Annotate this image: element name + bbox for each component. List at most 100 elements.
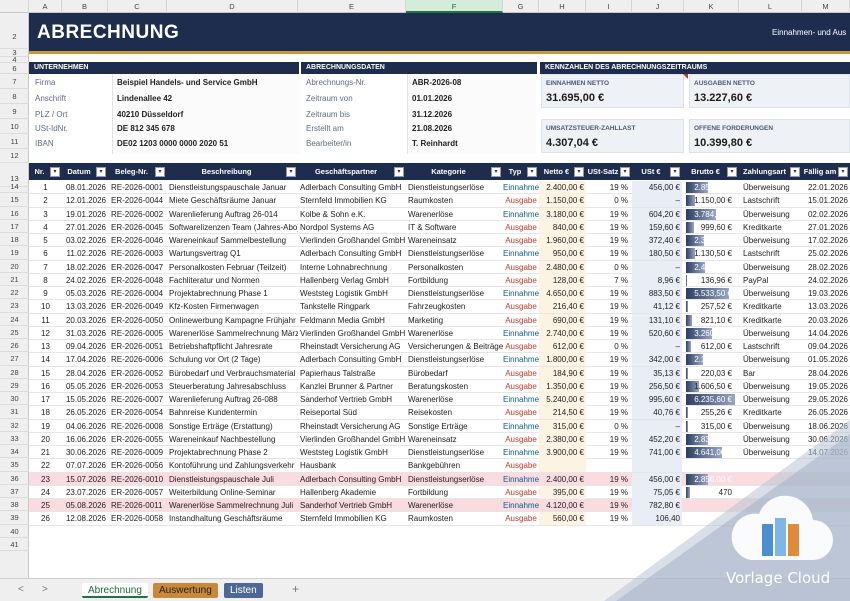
cell-netto[interactable]: 1.350,00 € bbox=[539, 380, 586, 393]
cell-zahlung[interactable]: Überweisung bbox=[739, 327, 802, 340]
row-header[interactable]: 8 bbox=[0, 89, 29, 104]
cell-kategorie[interactable]: Versicherungen & Beiträge bbox=[406, 340, 503, 353]
cell-satz[interactable]: 0 % bbox=[586, 340, 632, 353]
cell-satz[interactable]: 19 % bbox=[586, 181, 632, 194]
row-header[interactable]: 29 bbox=[0, 379, 29, 392]
cell-netto[interactable]: 5.240,00 € bbox=[539, 393, 586, 406]
cell-ust[interactable]: 180,50 € bbox=[632, 247, 682, 260]
row-header[interactable]: 32 bbox=[0, 419, 29, 432]
row-header[interactable]: 30 bbox=[0, 392, 29, 406]
cell-datum[interactable]: 26.05.2026 bbox=[62, 406, 108, 419]
table-row[interactable]: 2 12.01.2026 ER-2026-0044 Miete Geschäftsrä… bbox=[29, 194, 850, 208]
cell-datum[interactable]: 05.03.2026 bbox=[62, 287, 108, 300]
row-header[interactable]: 2 bbox=[0, 25, 29, 49]
cell-netto[interactable] bbox=[539, 459, 586, 472]
cell-typ[interactable]: Einnahme bbox=[503, 247, 539, 260]
cell-faellig[interactable]: 22.01.2026 bbox=[802, 181, 850, 194]
cell-beschreibung[interactable]: Bürobedarf und Verbrauchsmaterial bbox=[167, 367, 298, 380]
cell-beschreibung[interactable]: Wareneinkauf Nachbestellung bbox=[167, 433, 298, 446]
cell-typ[interactable]: Einnahme bbox=[503, 420, 539, 433]
cell-nr[interactable]: 8 bbox=[29, 274, 62, 287]
cell-beschreibung[interactable]: Bahnreise Kundentermin bbox=[167, 406, 298, 419]
table-row[interactable]: 3 19.01.2026 RE-2026-0002 Warenlieferung Au… bbox=[29, 207, 850, 221]
cell-faellig[interactable]: 25.02.2026 bbox=[802, 247, 850, 260]
cell-beleg[interactable]: RE-2026-0005 bbox=[108, 327, 167, 340]
cell-zahlung[interactable]: Lastschrift bbox=[739, 194, 802, 207]
cell-partner[interactable]: Adlerbach Consulting GmbH bbox=[298, 181, 406, 194]
cell-beleg[interactable]: RE-2026-0003 bbox=[108, 247, 167, 260]
cell-beschreibung[interactable]: Kontoführung und Zahlungsverkehr bbox=[167, 459, 298, 472]
row-header[interactable]: 15 bbox=[0, 193, 29, 207]
cell-beleg[interactable]: ER-2026-0045 bbox=[108, 221, 167, 234]
cell-faellig[interactable]: 24.02.2026 bbox=[802, 274, 850, 287]
cell-datum[interactable]: 03.02.2026 bbox=[62, 234, 108, 247]
cell-brutto[interactable]: 1.606,50 € bbox=[684, 380, 735, 393]
cell-kategorie[interactable]: Bürobedarf bbox=[406, 367, 503, 380]
add-sheet-icon[interactable]: + bbox=[292, 582, 299, 596]
cell-beschreibung[interactable]: Dienstleistungspauschale Januar bbox=[167, 181, 298, 194]
cell-kategorie[interactable]: Warenerlöse bbox=[406, 208, 503, 221]
cell-typ[interactable]: Ausgabe bbox=[503, 261, 539, 274]
cell-faellig[interactable]: 02.02.2026 bbox=[802, 208, 850, 221]
row-header[interactable]: 14 bbox=[0, 180, 29, 194]
cell-typ[interactable]: Einnahme bbox=[503, 473, 539, 486]
cell-partner[interactable]: Sanderhof Vertrieb GmbH bbox=[298, 393, 406, 406]
cell-beleg[interactable]: ER-2026-0050 bbox=[108, 314, 167, 327]
cell-kategorie[interactable]: Dienstleistungserlöse bbox=[406, 247, 503, 260]
company-ust-value[interactable]: DE 812 345 678 bbox=[117, 124, 175, 133]
cell-partner[interactable]: Kolbe & Sohn e.K. bbox=[298, 208, 406, 221]
cell-netto[interactable]: 840,00 € bbox=[539, 221, 586, 234]
tab-abrechnung[interactable]: Abrechnung bbox=[82, 583, 148, 598]
cell-ust[interactable]: 256,50 € bbox=[632, 380, 682, 393]
cell-zahlung[interactable]: Überweisung bbox=[739, 261, 802, 274]
cell-zahlung[interactable]: Kreditkarte bbox=[739, 221, 802, 234]
cell-netto[interactable]: 690,00 € bbox=[539, 314, 586, 327]
cell-datum[interactable]: 28.04.2026 bbox=[62, 367, 108, 380]
cell-brutto[interactable]: 821,10 € bbox=[684, 314, 735, 327]
cell-beleg[interactable]: RE-2026-0011 bbox=[108, 499, 167, 512]
table-row[interactable]: 7 18.02.2026 ER-2026-0047 Personalkosten Fe… bbox=[29, 260, 850, 274]
cell-beschreibung[interactable]: Dienstleistungspauschale Juli bbox=[167, 473, 298, 486]
column-header[interactable]: I bbox=[586, 0, 632, 13]
cell-nr[interactable]: 19 bbox=[29, 420, 62, 433]
cell-datum[interactable]: 05.05.2026 bbox=[62, 380, 108, 393]
cell-beschreibung[interactable]: Wareneinkauf Sammelbestellung bbox=[167, 234, 298, 247]
cell-datum[interactable]: 31.03.2026 bbox=[62, 327, 108, 340]
cell-datum[interactable]: 05.08.2026 bbox=[62, 499, 108, 512]
cell-kategorie[interactable]: Fortbildung bbox=[406, 486, 503, 499]
cell-kategorie[interactable]: Raumkosten bbox=[406, 512, 503, 525]
cell-faellig[interactable]: 28.02.2026 bbox=[802, 261, 850, 274]
cell-netto[interactable]: 2.400,00 € bbox=[539, 181, 586, 194]
row-header[interactable]: 41 bbox=[0, 538, 29, 551]
cell-nr[interactable]: 25 bbox=[29, 499, 62, 512]
cell-brutto[interactable]: 612,00 € bbox=[684, 340, 735, 353]
row-header[interactable]: 22 bbox=[0, 286, 29, 300]
cell-netto[interactable]: 315,00 € bbox=[539, 420, 586, 433]
cell-partner[interactable]: Adlerbach Consulting GmbH bbox=[298, 473, 406, 486]
company-plz-value[interactable]: 40210 Düsseldorf bbox=[117, 110, 183, 119]
table-row[interactable]: 12 31.03.2026 RE-2026-0005 Warenerlöse Samm… bbox=[29, 326, 850, 340]
cell-typ[interactable]: Ausgabe bbox=[503, 367, 539, 380]
cell-netto[interactable]: 214,50 € bbox=[539, 406, 586, 419]
filter-dropdown-icon[interactable]: ▾ bbox=[491, 167, 501, 177]
cell-datum[interactable]: 27.01.2026 bbox=[62, 221, 108, 234]
cell-beschreibung[interactable]: Warenlieferung Auftrag 26-014 bbox=[167, 208, 298, 221]
row-header[interactable]: 21 bbox=[0, 273, 29, 286]
cell-beschreibung[interactable]: Steuerberatung Jahresabschluss bbox=[167, 380, 298, 393]
table-row[interactable]: 13 09.04.2026 ER-2026-0051 Betriebshaftpfli… bbox=[29, 340, 850, 354]
cell-beleg[interactable]: RE-2026-0002 bbox=[108, 208, 167, 221]
cell-zahlung[interactable]: Überweisung bbox=[739, 287, 802, 300]
cell-netto[interactable]: 1.960,00 € bbox=[539, 234, 586, 247]
cell-brutto[interactable]: 1.130,50 € bbox=[684, 247, 735, 260]
cell-partner[interactable]: Sternfeld Immobilien KG bbox=[298, 194, 406, 207]
column-header[interactable]: F bbox=[406, 0, 503, 13]
cell-typ[interactable]: Ausgabe bbox=[503, 314, 539, 327]
cell-kategorie[interactable]: Warenerlöse bbox=[406, 327, 503, 340]
table-row[interactable]: 4 27.01.2026 ER-2026-0045 Softwarelizenzen … bbox=[29, 220, 850, 234]
row-header[interactable]: 36 bbox=[0, 472, 29, 485]
cell-faellig[interactable]: 27.01.2026 bbox=[802, 221, 850, 234]
row-header[interactable]: 10 bbox=[0, 119, 29, 134]
row-header[interactable]: 28 bbox=[0, 366, 29, 379]
cell-typ[interactable]: Ausgabe bbox=[503, 300, 539, 313]
cell-nr[interactable]: 20 bbox=[29, 433, 62, 446]
